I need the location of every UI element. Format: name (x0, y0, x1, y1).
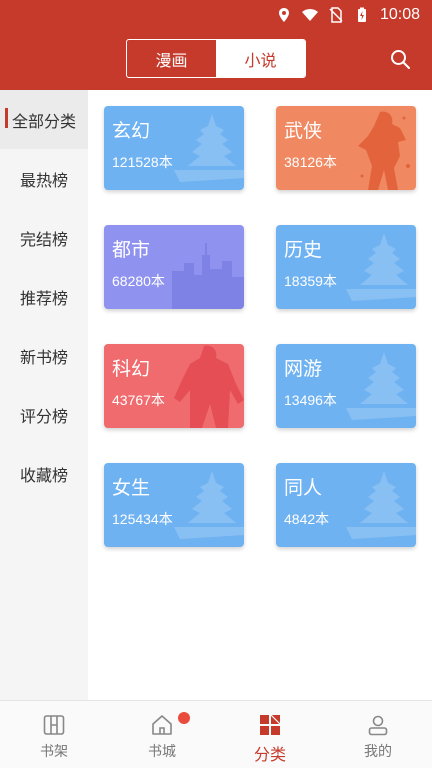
category-title: 科幻 (112, 358, 151, 380)
nav-bookstore[interactable]: 书城 (108, 701, 216, 768)
sidebar-item-all-categories[interactable]: 全部分类 (0, 90, 88, 149)
category-card-lishi[interactable]: 历史 18359本 (276, 225, 416, 309)
nav-label: 我的 (364, 744, 392, 760)
tab-comics[interactable]: 漫画 (127, 40, 216, 77)
category-title: 历史 (284, 239, 323, 261)
category-title: 女生 (112, 477, 151, 499)
nav-bookshelf[interactable]: 书架 (0, 701, 108, 768)
clock: 10:08 (379, 6, 420, 23)
profile-icon (368, 715, 388, 736)
sidebar-item-new-books[interactable]: 新书榜 (0, 326, 88, 385)
nav-profile[interactable]: 我的 (324, 701, 432, 768)
bottom-navigation: 书架 书城 分类 我的 (0, 700, 432, 768)
battery-icon (357, 7, 366, 22)
category-card-tongren[interactable]: 同人 4842本 (276, 463, 416, 547)
search-icon[interactable] (390, 49, 410, 69)
nav-label: 书架 (40, 744, 68, 760)
no-sim-icon (329, 7, 343, 23)
category-count: 43767本 (112, 392, 165, 408)
category-title: 网游 (284, 358, 323, 380)
tab-novels[interactable]: 小说 (216, 40, 305, 77)
nav-label: 书城 (148, 744, 176, 760)
category-card-kehuan[interactable]: 科幻 43767本 (104, 344, 244, 428)
category-title: 玄幻 (112, 120, 151, 142)
sidebar-item-hottest[interactable]: 最热榜 (0, 149, 88, 208)
category-card-wuxia[interactable]: 武侠 38126本 (276, 106, 416, 190)
category-grid: 玄幻 121528本 武侠 38126本 都市 68280本 历史 18359本… (88, 90, 432, 700)
content-type-toggle: 漫画 小说 (126, 39, 306, 78)
category-count: 121528本 (112, 154, 173, 170)
home-icon (152, 715, 172, 735)
sidebar-item-rating[interactable]: 评分榜 (0, 385, 88, 444)
nav-category[interactable]: 分类 (216, 701, 324, 768)
category-title: 同人 (284, 477, 323, 499)
category-count: 68280本 (112, 273, 165, 289)
status-bar: 10:08 (276, 4, 420, 26)
category-card-nvsheng[interactable]: 女生 125434本 (104, 463, 244, 547)
category-count: 4842本 (284, 511, 330, 527)
notification-badge (178, 712, 190, 724)
category-card-xuanhuan[interactable]: 玄幻 121528本 (104, 106, 244, 190)
ranking-sidebar: 全部分类 最热榜 完结榜 推荐榜 新书榜 评分榜 收藏榜 (0, 90, 88, 700)
sidebar-item-favorites[interactable]: 收藏榜 (0, 444, 88, 503)
app-header: 10:08 漫画 小说 (0, 0, 432, 90)
category-title: 都市 (112, 239, 151, 261)
nav-label: 分类 (253, 745, 286, 764)
wifi-icon (301, 9, 318, 21)
location-icon (278, 8, 289, 22)
category-title: 武侠 (284, 120, 323, 142)
sidebar-item-recommended[interactable]: 推荐榜 (0, 267, 88, 326)
category-icon (260, 714, 281, 735)
category-count: 38126本 (284, 154, 337, 170)
category-card-dushi[interactable]: 都市 68280本 (104, 225, 244, 309)
category-count: 125434本 (112, 511, 173, 527)
sidebar-item-completed[interactable]: 完结榜 (0, 208, 88, 267)
bookshelf-icon (43, 715, 65, 735)
category-count: 18359本 (284, 273, 337, 289)
category-count: 13496本 (284, 392, 337, 408)
category-card-wangyou[interactable]: 网游 13496本 (276, 344, 416, 428)
